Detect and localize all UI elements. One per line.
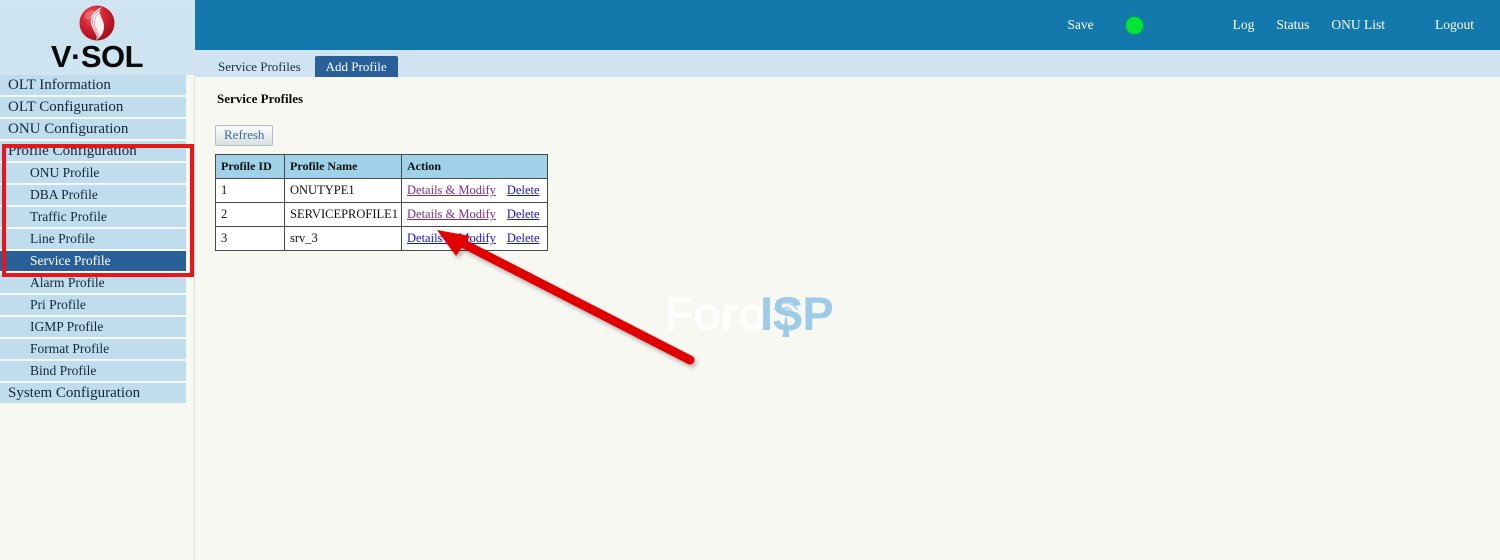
column-header-profile-name: Profile Name	[284, 154, 402, 179]
table-row: 1 ONUTYPE1 Details & Modify Delete	[215, 178, 548, 203]
cell-action: Details & Modify Delete	[401, 178, 548, 203]
sidebar-item-label: OLT Configuration	[8, 99, 124, 115]
brand-header: V·SOL	[0, 0, 194, 75]
onu-list-link[interactable]: ONU List	[1331, 17, 1385, 33]
sidebar-nav: OLT Information OLT Configuration ONU Co…	[0, 75, 194, 403]
watermark: Foro ISP	[665, 262, 865, 352]
cell-profile-name: srv_3	[284, 226, 402, 251]
sidebar-item-alarm-profile[interactable]: Alarm Profile	[0, 273, 186, 293]
sidebar-item-label: Bind Profile	[30, 363, 97, 378]
sidebar-item-format-profile[interactable]: Format Profile	[0, 339, 186, 359]
page-title: Service Profiles	[217, 91, 304, 106]
refresh-button[interactable]: Refresh	[215, 125, 274, 146]
delete-link-row-3[interactable]: Delete	[507, 231, 540, 245]
wifi-tower-icon	[763, 292, 809, 343]
sidebar-item-bind-profile[interactable]: Bind Profile	[0, 361, 186, 381]
table-body: 1 ONUTYPE1 Details & Modify Delete 2 SERV…	[215, 178, 548, 251]
sidebar: V·SOL OLT Information OLT Configuration …	[0, 0, 195, 560]
sidebar-item-service-profile[interactable]: Service Profile	[0, 251, 186, 271]
delete-link-row-2[interactable]: Delete	[507, 207, 540, 221]
brand-wordmark: V·SOL	[50, 39, 144, 74]
status-link[interactable]: Status	[1276, 17, 1309, 33]
application-window: V·SOL OLT Information OLT Configuration …	[0, 0, 1500, 560]
table-header-row: Profile ID Profile Name Action	[215, 154, 548, 179]
sidebar-item-label: Profile Configuration	[8, 143, 137, 159]
sidebar-item-olt-configuration[interactable]: OLT Configuration	[0, 97, 186, 117]
log-link[interactable]: Log	[1233, 17, 1255, 33]
sidebar-item-label: Service Profile	[30, 253, 111, 268]
sidebar-item-label: Line Profile	[30, 231, 95, 246]
status-dot-icon	[1125, 16, 1143, 34]
watermark-text-isp: ISP	[760, 287, 834, 340]
cell-profile-id: 1	[215, 178, 285, 203]
sidebar-item-label: Format Profile	[30, 341, 110, 356]
vsol-sphere-logo-icon	[76, 2, 118, 44]
sidebar-item-label: ONU Profile	[30, 165, 100, 180]
table-row: 3 srv_3 Details & Modify Delete	[215, 226, 548, 251]
sidebar-item-profile-configuration[interactable]: Profile Configuration	[0, 141, 186, 161]
cell-profile-id: 3	[215, 226, 285, 251]
sidebar-item-label: Traffic Profile	[30, 209, 107, 224]
service-profiles-table: Profile ID Profile Name Action 1 ONUTYPE…	[215, 154, 548, 251]
cell-profile-id: 2	[215, 202, 285, 227]
sidebar-item-onu-configuration[interactable]: ONU Configuration	[0, 119, 186, 139]
sidebar-item-traffic-profile[interactable]: Traffic Profile	[0, 207, 186, 227]
column-header-profile-id: Profile ID	[215, 154, 285, 179]
sidebar-item-label: Alarm Profile	[30, 275, 105, 290]
sidebar-item-onu-profile[interactable]: ONU Profile	[0, 163, 186, 183]
cell-action: Details & Modify Delete	[401, 226, 548, 251]
sidebar-item-label: ONU Configuration	[8, 121, 129, 137]
details-modify-link-row-1[interactable]: Details & Modify	[407, 183, 496, 197]
top-bar: Save Log Status ONU List Logout	[195, 0, 1500, 50]
right-column: Save Log Status ONU List Logout Service …	[195, 0, 1500, 560]
column-header-action: Action	[401, 154, 548, 179]
sidebar-item-label: IGMP Profile	[30, 319, 104, 334]
sidebar-item-label: DBA Profile	[30, 187, 98, 202]
sidebar-item-label: System Configuration	[8, 385, 141, 401]
sidebar-item-dba-profile[interactable]: DBA Profile	[0, 185, 186, 205]
main-content: Service Profiles Refresh Profile ID Prof…	[195, 77, 1500, 560]
cell-profile-name: SERVICEPROFILE1	[284, 202, 402, 227]
delete-link-row-1[interactable]: Delete	[507, 183, 540, 197]
topbar-links: Log Status ONU List Logout	[1233, 17, 1474, 33]
watermark-text-foro: Foro	[665, 287, 766, 340]
tab-add-profile[interactable]: Add Profile	[314, 56, 398, 77]
sidebar-item-system-configuration[interactable]: System Configuration	[0, 383, 186, 403]
sidebar-item-label: Pri Profile	[30, 297, 86, 312]
details-modify-link-row-2[interactable]: Details & Modify	[407, 207, 496, 221]
sidebar-item-label: OLT Information	[8, 77, 111, 93]
save-button[interactable]: Save	[1067, 17, 1093, 33]
table-header: Profile ID Profile Name Action	[215, 154, 548, 179]
logout-link[interactable]: Logout	[1435, 17, 1474, 33]
tab-strip: Service Profiles Add Profile	[195, 50, 1500, 77]
sidebar-item-igmp-profile[interactable]: IGMP Profile	[0, 317, 186, 337]
sidebar-item-line-profile[interactable]: Line Profile	[0, 229, 186, 249]
sidebar-item-pri-profile[interactable]: Pri Profile	[0, 295, 186, 315]
tab-service-profiles[interactable]: Service Profiles	[207, 56, 312, 77]
table-row: 2 SERVICEPROFILE1 Details & Modify Delete	[215, 202, 548, 227]
cell-action: Details & Modify Delete	[401, 202, 548, 227]
sidebar-item-olt-information[interactable]: OLT Information	[0, 75, 186, 95]
cell-profile-name: ONUTYPE1	[284, 178, 402, 203]
details-modify-link-row-3[interactable]: Details & Modify	[407, 231, 496, 245]
